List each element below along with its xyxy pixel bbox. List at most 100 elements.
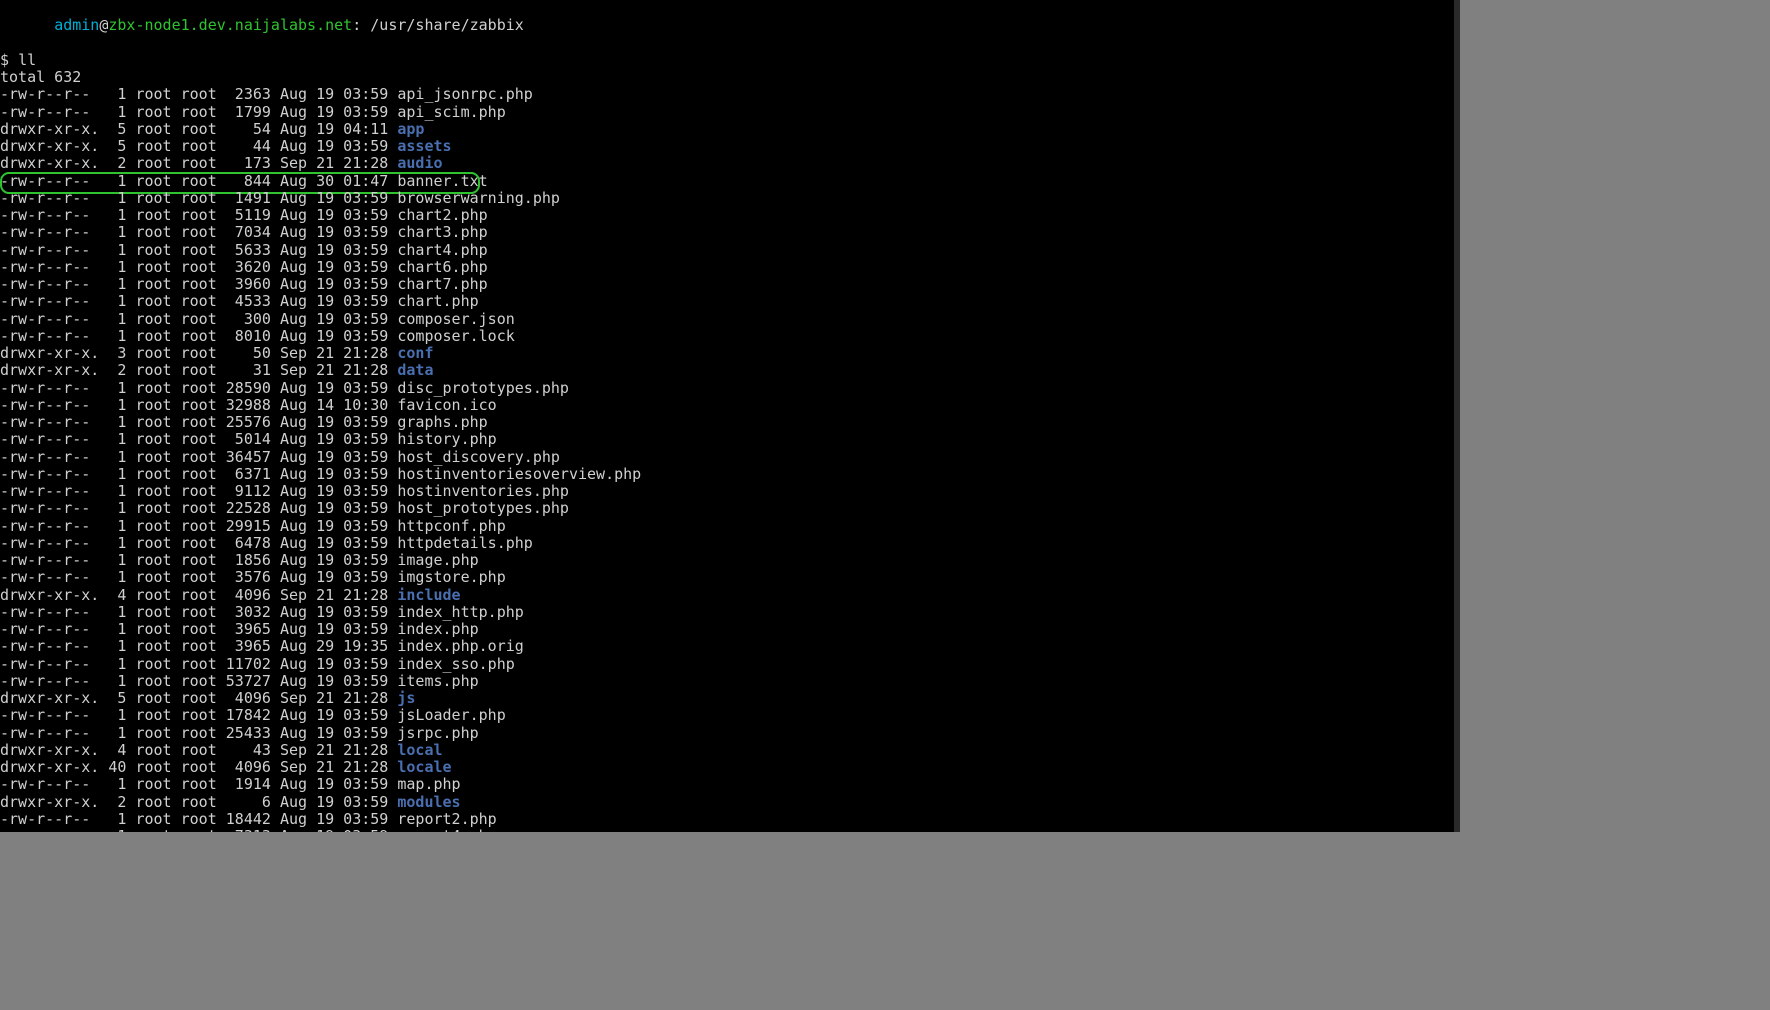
file-row: -rw-r--r-- 1 root root 5119 Aug 19 03:59… [0, 207, 1454, 224]
file-name: hostinventoriesoverview.php [397, 465, 641, 483]
file-row: -rw-r--r-- 1 root root 25433 Aug 19 03:5… [0, 725, 1454, 742]
file-meta: -rw-r--r-- 1 root root 3576 Aug 19 03:59 [0, 568, 397, 586]
file-meta: drwxr-xr-x. 40 root root 4096 Sep 21 21:… [0, 758, 397, 776]
file-name: index_http.php [397, 603, 523, 621]
file-name: favicon.ico [397, 396, 496, 414]
prompt-path: : /usr/share/zabbix [352, 16, 524, 34]
file-meta: -rw-r--r-- 1 root root 29915 Aug 19 03:5… [0, 517, 397, 535]
file-meta: -rw-r--r-- 1 root root 2363 Aug 19 03:59 [0, 85, 397, 103]
file-meta: -rw-r--r-- 1 root root 1856 Aug 19 03:59 [0, 551, 397, 569]
file-name: httpdetails.php [397, 534, 532, 552]
file-row: drwxr-xr-x. 2 root root 31 Sep 21 21:28 … [0, 362, 1454, 379]
file-meta: -rw-r--r-- 1 root root 3620 Aug 19 03:59 [0, 258, 397, 276]
file-meta: -rw-r--r-- 1 root root 1914 Aug 19 03:59 [0, 775, 397, 793]
file-row: -rw-r--r-- 1 root root 6371 Aug 19 03:59… [0, 466, 1454, 483]
file-meta: -rw-r--r-- 1 root root 5119 Aug 19 03:59 [0, 206, 397, 224]
file-row: -rw-r--r-- 1 root root 25576 Aug 19 03:5… [0, 414, 1454, 431]
file-row: -rw-r--r-- 1 root root 3965 Aug 19 03:59… [0, 621, 1454, 638]
file-name: report2.php [397, 810, 496, 828]
file-meta: -rw-r--r-- 1 root root 9112 Aug 19 03:59 [0, 482, 397, 500]
file-row: drwxr-xr-x. 2 root root 173 Sep 21 21:28… [0, 155, 1454, 172]
file-meta: -rw-r--r-- 1 root root 1491 Aug 19 03:59 [0, 189, 397, 207]
file-name: image.php [397, 551, 478, 569]
command-line[interactable]: $ ll [0, 52, 1454, 69]
file-meta: -rw-r--r-- 1 root root 4533 Aug 19 03:59 [0, 292, 397, 310]
file-meta: -rw-r--r-- 1 root root 22528 Aug 19 03:5… [0, 499, 397, 517]
file-row: -rw-r--r-- 1 root root 11702 Aug 19 03:5… [0, 656, 1454, 673]
file-meta: -rw-r--r-- 1 root root 32988 Aug 14 10:3… [0, 396, 397, 414]
file-name: browserwarning.php [397, 189, 560, 207]
file-name: httpconf.php [397, 517, 505, 535]
file-meta: drwxr-xr-x. 5 root root 44 Aug 19 03:59 [0, 137, 397, 155]
file-row: drwxr-xr-x. 4 root root 43 Sep 21 21:28 … [0, 742, 1454, 759]
file-row: -rw-r--r-- 1 root root 4533 Aug 19 03:59… [0, 293, 1454, 310]
file-name: chart2.php [397, 206, 487, 224]
file-meta: -rw-r--r-- 1 root root 17842 Aug 19 03:5… [0, 706, 397, 724]
file-row: -rw-r--r-- 1 root root 18442 Aug 19 03:5… [0, 811, 1454, 828]
file-meta: -rw-r--r-- 1 root root 5633 Aug 19 03:59 [0, 241, 397, 259]
file-row: -rw-r--r-- 1 root root 5633 Aug 19 03:59… [0, 242, 1454, 259]
file-row: drwxr-xr-x. 5 root root 44 Aug 19 03:59 … [0, 138, 1454, 155]
file-row: -rw-r--r-- 1 root root 6478 Aug 19 03:59… [0, 535, 1454, 552]
file-meta: drwxr-xr-x. 2 root root 173 Sep 21 21:28 [0, 154, 397, 172]
file-meta: -rw-r--r-- 1 root root 300 Aug 19 03:59 [0, 310, 397, 328]
file-row: -rw-r--r-- 1 root root 300 Aug 19 03:59 … [0, 311, 1454, 328]
directory-name: audio [397, 154, 442, 172]
file-name: disc_prototypes.php [397, 379, 569, 397]
file-name: index.php.orig [397, 637, 523, 655]
file-name: chart.php [397, 292, 478, 310]
file-meta: -rw-r--r-- 1 root root 11702 Aug 19 03:5… [0, 655, 397, 673]
directory-name: include [397, 586, 460, 604]
prompt-symbol: $ [0, 51, 18, 69]
file-meta: -rw-r--r-- 1 root root 844 Aug 30 01:47 [0, 172, 397, 190]
file-name: composer.lock [397, 327, 514, 345]
file-meta: -rw-r--r-- 1 root root 3032 Aug 19 03:59 [0, 603, 397, 621]
file-row: -rw-r--r-- 1 root root 29915 Aug 19 03:5… [0, 518, 1454, 535]
file-row: -rw-r--r-- 1 root root 32988 Aug 14 10:3… [0, 397, 1454, 414]
file-name: index_sso.php [397, 655, 514, 673]
file-meta: drwxr-xr-x. 3 root root 50 Sep 21 21:28 [0, 344, 397, 362]
file-meta: -rw-r--r-- 1 root root 25576 Aug 19 03:5… [0, 413, 397, 431]
file-row: drwxr-xr-x. 40 root root 4096 Sep 21 21:… [0, 759, 1454, 776]
file-meta: -rw-r--r-- 1 root root 3965 Aug 19 03:59 [0, 620, 397, 638]
file-name: chart7.php [397, 275, 487, 293]
file-meta: drwxr-xr-x. 4 root root 4096 Sep 21 21:2… [0, 586, 397, 604]
file-meta: drwxr-xr-x. 4 root root 43 Sep 21 21:28 [0, 741, 397, 759]
file-name: chart3.php [397, 223, 487, 241]
screen: admin@zbx-node1.dev.naijalabs.net: /usr/… [0, 0, 1770, 1010]
file-row: -rw-r--r-- 1 root root 3960 Aug 19 03:59… [0, 276, 1454, 293]
file-name: host_prototypes.php [397, 499, 569, 517]
file-listing: -rw-r--r-- 1 root root 2363 Aug 19 03:59… [0, 86, 1454, 832]
file-row: -rw-r--r-- 1 root root 28590 Aug 19 03:5… [0, 380, 1454, 397]
directory-name: app [397, 120, 424, 138]
file-name: composer.json [397, 310, 514, 328]
file-meta: -rw-r--r-- 1 root root 6371 Aug 19 03:59 [0, 465, 397, 483]
file-name: graphs.php [397, 413, 487, 431]
file-row: drwxr-xr-x. 5 root root 4096 Sep 21 21:2… [0, 690, 1454, 707]
file-meta: -rw-r--r-- 1 root root 7034 Aug 19 03:59 [0, 223, 397, 241]
file-name: api_jsonrpc.php [397, 85, 532, 103]
directory-name: modules [397, 793, 460, 811]
terminal-window[interactable]: admin@zbx-node1.dev.naijalabs.net: /usr/… [0, 0, 1460, 832]
file-name: history.php [397, 430, 496, 448]
file-row: -rw-r--r-- 1 root root 1914 Aug 19 03:59… [0, 776, 1454, 793]
file-row: -rw-r--r-- 1 root root 53727 Aug 19 03:5… [0, 673, 1454, 690]
file-row: -rw-r--r-- 1 root root 22528 Aug 19 03:5… [0, 500, 1454, 517]
file-meta: drwxr-xr-x. 2 root root 31 Sep 21 21:28 [0, 361, 397, 379]
file-row: -rw-r--r-- 1 root root 2363 Aug 19 03:59… [0, 86, 1454, 103]
file-row: -rw-r--r-- 1 root root 17842 Aug 19 03:5… [0, 707, 1454, 724]
file-name: imgstore.php [397, 568, 505, 586]
file-name: map.php [397, 775, 460, 793]
file-meta: drwxr-xr-x. 5 root root 4096 Sep 21 21:2… [0, 689, 397, 707]
file-meta: -rw-r--r-- 1 root root 25433 Aug 19 03:5… [0, 724, 397, 742]
file-row: drwxr-xr-x. 2 root root 6 Aug 19 03:59 m… [0, 794, 1454, 811]
file-row: -rw-r--r-- 1 root root 1491 Aug 19 03:59… [0, 190, 1454, 207]
file-meta: -rw-r--r-- 1 root root 3960 Aug 19 03:59 [0, 275, 397, 293]
file-name: host_discovery.php [397, 448, 560, 466]
command-text: ll [18, 51, 36, 69]
file-row: -rw-r--r-- 1 root root 1799 Aug 19 03:59… [0, 104, 1454, 121]
file-name: index.php [397, 620, 478, 638]
file-meta: -rw-r--r-- 1 root root 8010 Aug 19 03:59 [0, 327, 397, 345]
total-line: total 632 [0, 69, 1454, 86]
file-name: jsrpc.php [397, 724, 478, 742]
